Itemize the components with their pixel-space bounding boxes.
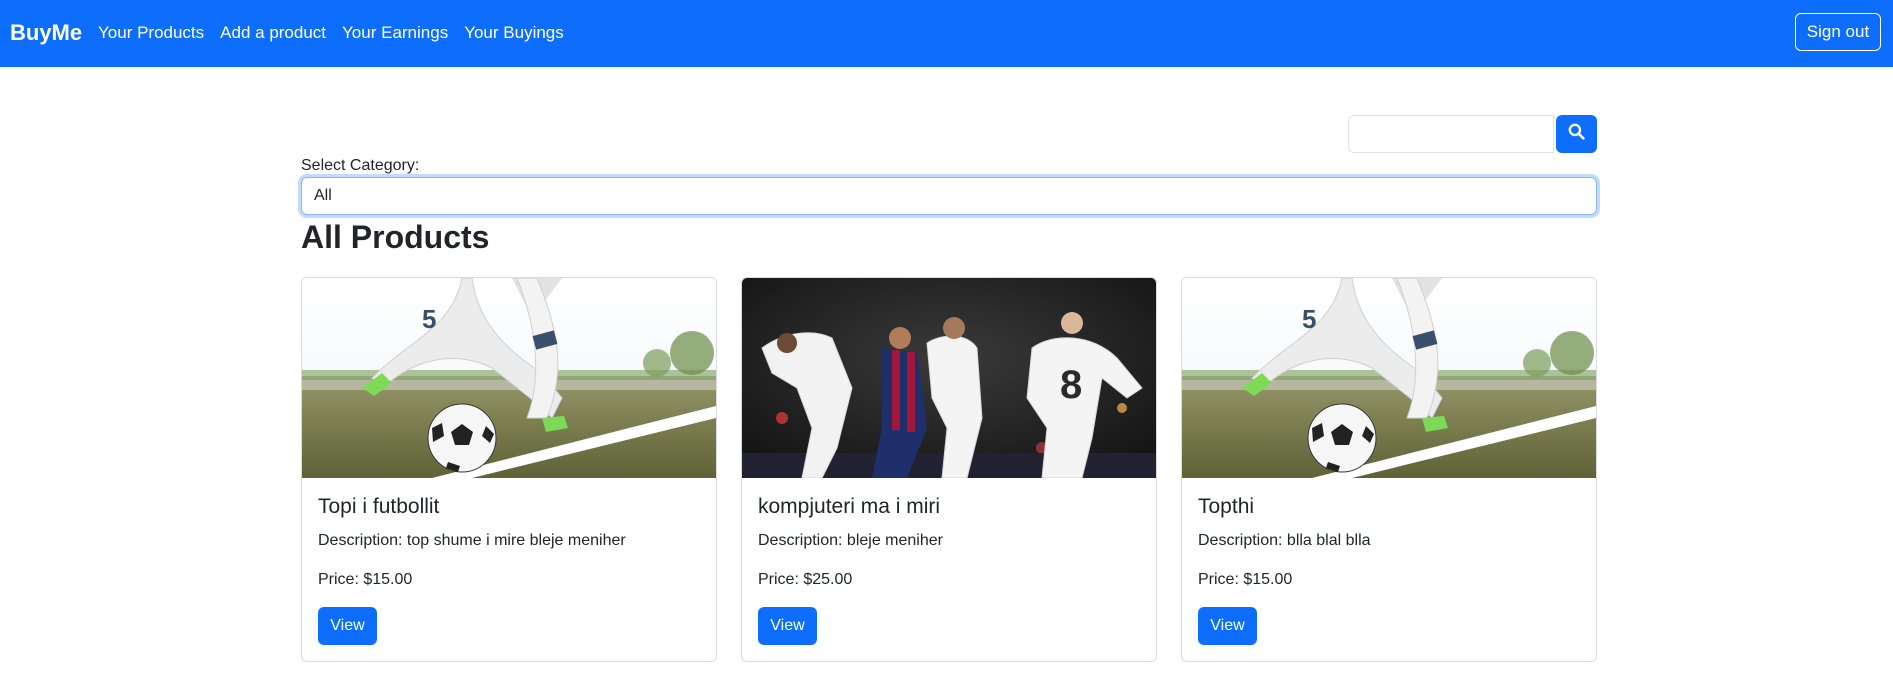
view-button[interactable]: View [318,607,377,645]
view-button[interactable]: View [1198,607,1257,645]
product-price: Price: $25.00 [758,571,853,588]
product-card: 5 Topthi Description: blla blal blla Pri… [1181,277,1597,662]
product-title: kompjuteri ma i miri [758,495,941,518]
search-button[interactable] [1556,115,1597,153]
football-match-photo: 8 [742,278,1156,478]
nav-links: Your Products Add a product Your Earning… [98,21,580,45]
product-title: Topi i futbollit [318,495,440,518]
search-input[interactable] [1348,115,1554,153]
product-card: 8 kompjuteri ma i miri Description: blej… [741,277,1157,662]
top-navbar: BuyMe Your Products Add a product Your E… [0,0,1893,67]
product-image: 5 [302,278,716,478]
product-description: Description: top shume i mire bleje meni… [318,532,626,549]
view-button[interactable]: View [758,607,817,645]
product-price: Price: $15.00 [318,571,413,588]
nav-link-add-product[interactable]: Add a product [220,21,326,45]
nav-link-your-products[interactable]: Your Products [98,21,204,45]
product-title: Topthi [1198,495,1255,518]
nav-link-your-earnings[interactable]: Your Earnings [342,21,448,45]
svg-text:8: 8 [1060,363,1082,407]
category-selected-value: All [314,187,332,204]
brand-logo[interactable]: BuyMe [10,20,82,46]
svg-text:5: 5 [422,304,436,334]
product-image: 5 [1182,278,1596,478]
product-description: Description: bleje meniher [758,532,943,549]
product-card: 5 Topi i futbollit Description: top shum… [301,277,717,662]
page-title: All Products [301,219,490,255]
product-price: Price: $15.00 [1198,571,1293,588]
search-icon [1568,123,1585,145]
product-image: 8 [742,278,1156,478]
category-select[interactable]: All [301,177,1597,215]
nav-link-your-buyings[interactable]: Your Buyings [464,21,564,45]
product-description: Description: blla blal blla [1198,532,1371,549]
sign-out-button[interactable]: Sign out [1795,13,1881,51]
svg-text:5: 5 [1302,304,1316,334]
soccer-kick-photo: 5 [302,278,716,478]
soccer-kick-photo: 5 [1182,278,1596,478]
category-label: Select Category: [301,157,420,174]
